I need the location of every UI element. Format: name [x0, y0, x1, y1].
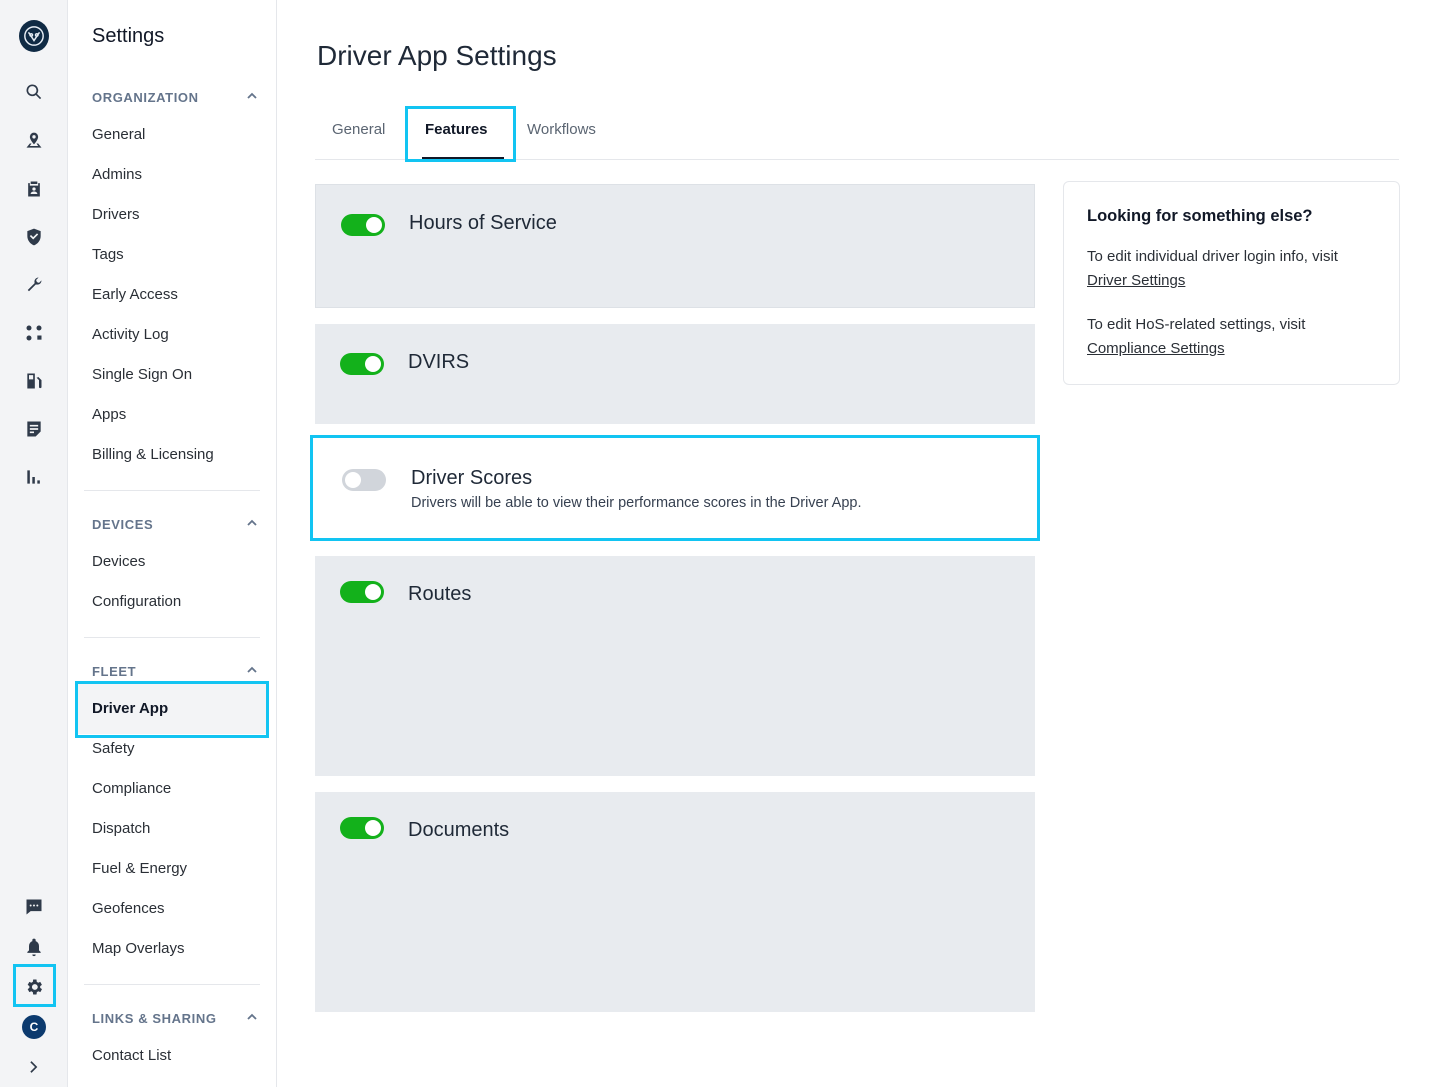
section-header-fleet[interactable]: FLEET	[92, 664, 260, 679]
chevron-up-icon[interactable]	[246, 517, 258, 529]
sidebar-item-admins[interactable]: Admins	[92, 166, 142, 183]
sidebar-item-map-overlays[interactable]: Map Overlays	[92, 940, 185, 957]
sidebar-item-compliance[interactable]: Compliance	[92, 780, 171, 797]
routes-toggle[interactable]	[340, 581, 384, 603]
section-label: LINKS & SHARING	[92, 1011, 217, 1026]
driver-app-highlight	[75, 681, 269, 738]
sidebar-item-contact-list[interactable]: Contact List	[92, 1047, 171, 1064]
toggle-knob	[365, 820, 381, 836]
logo-icon[interactable]	[19, 20, 49, 52]
toggle-knob	[365, 356, 381, 372]
feature-title: DVIRS	[408, 351, 470, 373]
toggle-knob	[365, 584, 381, 600]
search-icon[interactable]	[22, 80, 46, 104]
feature-card-documents: Documents	[315, 792, 1035, 1012]
sidebar-item-early-access[interactable]: Early Access	[92, 286, 178, 303]
settings-sidebar: Settings ORGANIZATION General Admins Dri…	[68, 0, 277, 1087]
feature-card-routes: Routes	[315, 556, 1035, 776]
chevron-up-icon[interactable]	[246, 90, 258, 102]
sidebar-item-dispatch[interactable]: Dispatch	[92, 820, 150, 837]
tab-workflows[interactable]: Workflows	[527, 121, 596, 138]
sidebar-title: Settings	[92, 25, 165, 47]
feature-title: Routes	[408, 583, 472, 605]
page-title: Driver App Settings	[317, 40, 557, 71]
divider	[84, 490, 260, 491]
hours-of-service-toggle[interactable]	[341, 214, 385, 236]
info-panel: Looking for something else? To edit indi…	[1063, 181, 1400, 385]
bar-chart-icon[interactable]	[22, 465, 46, 489]
bell-icon[interactable]	[22, 935, 46, 959]
chevron-right-icon[interactable]	[22, 1055, 46, 1079]
section-label: DEVICES	[92, 517, 154, 532]
dvirs-toggle[interactable]	[340, 353, 384, 375]
feature-title: Documents	[408, 819, 510, 841]
driver-settings-link[interactable]: Driver Settings	[1087, 272, 1185, 289]
feature-title: Hours of Service	[409, 212, 557, 234]
section-header-organization[interactable]: ORGANIZATION	[92, 90, 260, 105]
document-icon[interactable]	[22, 417, 46, 441]
sidebar-item-configuration[interactable]: Configuration	[92, 593, 181, 610]
sidebar-item-drivers[interactable]: Drivers	[92, 206, 140, 223]
section-header-links-sharing[interactable]: LINKS & SHARING	[92, 1011, 260, 1026]
section-label: FLEET	[92, 664, 137, 679]
sidebar-item-devices[interactable]: Devices	[92, 553, 145, 570]
info-text-driver-login: To edit individual driver login info, vi…	[1087, 248, 1338, 265]
toggle-knob	[366, 217, 382, 233]
icon-rail: C	[0, 0, 68, 1087]
sidebar-item-safety[interactable]: Safety	[92, 740, 135, 757]
compliance-settings-link[interactable]: Compliance Settings	[1087, 340, 1225, 357]
routes-icon[interactable]	[22, 321, 46, 345]
sidebar-item-fuel-energy[interactable]: Fuel & Energy	[92, 860, 187, 877]
chat-icon[interactable]	[22, 895, 46, 919]
avatar[interactable]: C	[22, 1015, 46, 1039]
clipboard-icon[interactable]	[22, 177, 46, 201]
info-title: Looking for something else?	[1087, 207, 1313, 225]
info-text-hos: To edit HoS-related settings, visit	[1087, 316, 1306, 333]
documents-toggle[interactable]	[340, 817, 384, 839]
tab-general[interactable]: General	[332, 121, 385, 138]
wrench-icon[interactable]	[22, 273, 46, 297]
sidebar-item-tags[interactable]: Tags	[92, 246, 124, 263]
sidebar-item-billing-licensing[interactable]: Billing & Licensing	[92, 446, 214, 463]
chevron-up-icon[interactable]	[246, 1011, 258, 1023]
feature-card-dvirs: DVIRS	[315, 324, 1035, 424]
sidebar-item-geofences[interactable]: Geofences	[92, 900, 165, 917]
feature-card-hours-of-service: Hours of Service	[315, 184, 1035, 308]
sidebar-item-apps[interactable]: Apps	[92, 406, 126, 423]
map-pin-icon[interactable]	[22, 129, 46, 153]
settings-highlight	[13, 964, 56, 1007]
fuel-icon[interactable]	[22, 369, 46, 393]
driver-scores-highlight	[310, 435, 1040, 541]
section-label: ORGANIZATION	[92, 90, 199, 105]
sidebar-item-single-sign-on[interactable]: Single Sign On	[92, 366, 192, 383]
shield-icon[interactable]	[22, 225, 46, 249]
section-header-devices[interactable]: DEVICES	[92, 517, 260, 532]
sidebar-item-general[interactable]: General	[92, 126, 145, 143]
divider	[84, 637, 260, 638]
chevron-up-icon[interactable]	[246, 664, 258, 676]
sidebar-item-activity-log[interactable]: Activity Log	[92, 326, 169, 343]
features-tab-highlight	[405, 106, 516, 162]
divider	[84, 984, 260, 985]
